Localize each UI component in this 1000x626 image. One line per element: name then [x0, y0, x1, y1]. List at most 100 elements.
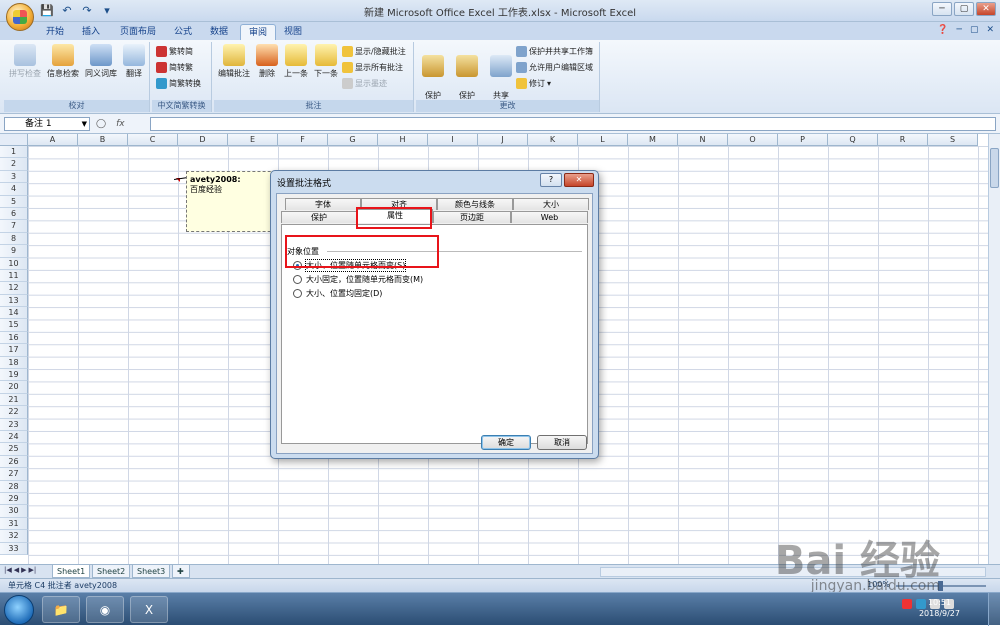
- column-header[interactable]: H: [378, 134, 428, 146]
- trad-to-simp-button[interactable]: 繁转简: [156, 46, 193, 57]
- row-header[interactable]: 4: [0, 183, 28, 196]
- close-button[interactable]: ✕: [976, 2, 996, 16]
- tab-web[interactable]: Web: [511, 211, 588, 223]
- track-changes-button[interactable]: 修订 ▾: [516, 78, 551, 89]
- row-header[interactable]: 6: [0, 207, 28, 221]
- option-move-dont-size[interactable]: 大小固定，位置随单元格而变(M): [293, 274, 423, 285]
- row-header[interactable]: 11: [0, 269, 28, 283]
- row-header[interactable]: 7: [0, 220, 28, 233]
- next-sheet-icon[interactable]: ▶: [21, 566, 26, 574]
- previous-comment-button[interactable]: 上一条: [282, 44, 310, 79]
- column-header[interactable]: C: [128, 134, 178, 146]
- row-header[interactable]: 12: [0, 282, 28, 295]
- office-button[interactable]: [6, 3, 34, 31]
- tab-protection[interactable]: 保护: [281, 211, 357, 223]
- show-hide-comment-button[interactable]: 显示/隐藏批注: [342, 46, 406, 57]
- next-comment-button[interactable]: 下一条: [312, 44, 340, 79]
- tab-page-layout[interactable]: 页面布局: [112, 24, 164, 40]
- dialog-help-button[interactable]: ?: [540, 173, 562, 187]
- name-box[interactable]: 备注 1 ▼: [4, 117, 90, 131]
- sheet-tab-1[interactable]: Sheet1: [52, 565, 91, 578]
- tab-margins[interactable]: 页边距: [433, 211, 511, 223]
- ok-button[interactable]: 确定: [481, 435, 531, 450]
- row-header[interactable]: 27: [0, 468, 28, 481]
- insert-sheet-icon[interactable]: ✚: [172, 565, 190, 578]
- column-header[interactable]: L: [578, 134, 628, 146]
- column-header[interactable]: P: [778, 134, 828, 146]
- minimize-button[interactable]: ─: [932, 2, 952, 16]
- row-header[interactable]: 18: [0, 356, 28, 370]
- column-header[interactable]: N: [678, 134, 728, 146]
- maximize-button[interactable]: ▢: [954, 2, 974, 16]
- column-header[interactable]: D: [178, 134, 228, 146]
- tab-view[interactable]: 视图: [276, 24, 310, 40]
- column-header[interactable]: F: [278, 134, 328, 146]
- tab-insert[interactable]: 插入: [74, 24, 108, 40]
- column-header[interactable]: O: [728, 134, 778, 146]
- vertical-scrollbar[interactable]: [988, 134, 1000, 564]
- row-header[interactable]: 17: [0, 344, 28, 357]
- column-header[interactable]: B: [78, 134, 128, 146]
- column-header[interactable]: K: [528, 134, 578, 146]
- sheet-tab-3[interactable]: Sheet3: [132, 565, 171, 578]
- tab-home[interactable]: 开始: [38, 24, 72, 40]
- radio-dont-move-or-size[interactable]: [293, 289, 302, 298]
- column-header[interactable]: J: [478, 134, 528, 146]
- tab-data[interactable]: 数据: [202, 24, 236, 40]
- row-header[interactable]: 20: [0, 381, 28, 394]
- fx-icon[interactable]: fx: [116, 119, 125, 129]
- select-all-corner[interactable]: [0, 134, 28, 146]
- radio-move-dont-size[interactable]: [293, 275, 302, 284]
- tab-colors-lines[interactable]: 颜色与线条: [437, 198, 513, 210]
- column-header[interactable]: M: [628, 134, 678, 146]
- allow-edit-ranges-button[interactable]: 允许用户编辑区域: [516, 62, 593, 73]
- clock[interactable]: 10:51 2018/9/27: [919, 597, 960, 619]
- row-header[interactable]: 19: [0, 369, 28, 382]
- tab-font[interactable]: 字体: [285, 198, 361, 210]
- tab-formulas[interactable]: 公式: [166, 24, 200, 40]
- tab-review[interactable]: 审阅: [240, 24, 277, 40]
- row-header[interactable]: 33: [0, 542, 28, 555]
- column-header[interactable]: R: [878, 134, 928, 146]
- row-header[interactable]: 31: [0, 517, 28, 531]
- delete-comment-button[interactable]: 删除: [254, 44, 280, 79]
- row-header[interactable]: 9: [0, 245, 28, 258]
- explorer-taskbar-icon[interactable]: 📁: [42, 596, 80, 623]
- first-sheet-icon[interactable]: |◀: [4, 566, 12, 574]
- row-header[interactable]: 5: [0, 195, 28, 208]
- formula-expand-icon[interactable]: ◯: [96, 119, 106, 129]
- formula-input[interactable]: [150, 117, 996, 131]
- cancel-button[interactable]: 取消: [537, 435, 587, 450]
- row-header[interactable]: 28: [0, 480, 28, 493]
- row-header[interactable]: 30: [0, 505, 28, 518]
- ribbon-restore-icon[interactable]: ▢: [970, 25, 979, 35]
- row-header[interactable]: 16: [0, 331, 28, 345]
- row-header[interactable]: 29: [0, 492, 28, 506]
- simp-trad-convert-button[interactable]: 简繁转换: [156, 78, 201, 89]
- vertical-scroll-thumb[interactable]: [990, 148, 999, 188]
- research-button[interactable]: 信息检索: [46, 44, 80, 79]
- simp-to-trad-button[interactable]: 简转繁: [156, 62, 193, 73]
- row-header[interactable]: 3: [0, 170, 28, 184]
- media-taskbar-icon[interactable]: ◉: [86, 596, 124, 623]
- translate-button[interactable]: 翻译: [120, 44, 148, 79]
- protect-share-workbook-button[interactable]: 保护并共享工作簿: [516, 46, 593, 57]
- edit-comment-button[interactable]: 编辑批注: [216, 44, 252, 79]
- column-header[interactable]: A: [28, 134, 78, 146]
- column-header[interactable]: S: [928, 134, 978, 146]
- row-header[interactable]: 23: [0, 418, 28, 431]
- start-button[interactable]: [4, 595, 34, 625]
- excel-taskbar-icon[interactable]: X: [130, 596, 168, 623]
- row-header[interactable]: 32: [0, 530, 28, 543]
- help-icon[interactable]: ❓: [937, 25, 948, 35]
- column-header[interactable]: E: [228, 134, 278, 146]
- radio-move-and-size[interactable]: [293, 261, 302, 270]
- tab-properties[interactable]: 属性: [357, 209, 433, 223]
- row-header[interactable]: 8: [0, 232, 28, 246]
- row-header[interactable]: 13: [0, 294, 28, 308]
- name-box-dropdown-icon[interactable]: ▼: [82, 118, 87, 130]
- last-sheet-icon[interactable]: ▶|: [29, 566, 37, 574]
- option-move-and-size[interactable]: 大小、位置随单元格而变(S): [293, 259, 407, 272]
- row-header[interactable]: 2: [0, 158, 28, 171]
- column-header[interactable]: G: [328, 134, 378, 146]
